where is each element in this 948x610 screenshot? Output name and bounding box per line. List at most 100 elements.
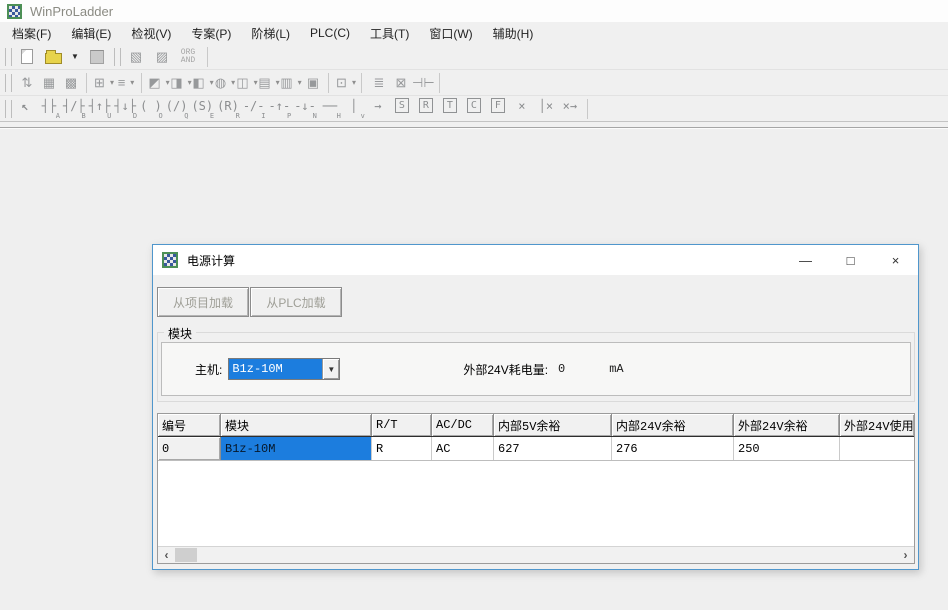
save-button[interactable] (86, 46, 108, 68)
toolbar-button-glyph: T (443, 98, 457, 113)
combo-dropdown-button[interactable]: ▼ (322, 359, 339, 379)
edit-element-icon[interactable]: ◩ ▾ (148, 72, 170, 94)
memory-table-icon[interactable]: ▥ ▾ (280, 72, 302, 94)
user-account-icon[interactable]: ◍ ▾ (214, 72, 236, 94)
toolbar-button-glyph: → (374, 99, 381, 113)
column-header: 外部24V使用 (840, 414, 914, 436)
delete-row-icon[interactable]: ×→ (559, 98, 581, 120)
transfer-data-icon[interactable]: ⇅ (16, 72, 38, 94)
host-combobox[interactable]: B1z-10M ▼ (228, 358, 340, 380)
goto-arrow-icon[interactable]: → (367, 98, 389, 120)
table-cell[interactable]: R (372, 437, 432, 460)
function-reset-icon[interactable]: R (415, 98, 437, 120)
table-cell[interactable]: 0 (158, 437, 221, 460)
menu-edit[interactable]: 编辑(E) (61, 22, 121, 45)
rising-pulse-icon[interactable]: -↑- P (268, 98, 292, 120)
function-counter-icon[interactable]: C (463, 98, 485, 120)
menubar: 档案(F)编辑(E)检视(V)专案(P)阶梯(L)PLC(C)工具(T)窗口(W… (0, 22, 948, 44)
toolbar-separator (86, 73, 89, 93)
project-tree-icon[interactable]: ⊞ ▾ (93, 72, 115, 94)
scroll-thumb[interactable] (175, 548, 197, 562)
contact-closed-icon[interactable]: ┤/├ B (62, 98, 86, 120)
load-from-plc-button[interactable]: 从PLC加载 (250, 287, 342, 317)
contact-open-icon[interactable]: ┤├ A (38, 98, 60, 120)
dialog-titlebar[interactable]: 电源计算 — □ × (153, 245, 918, 275)
column-header: R/T (372, 414, 432, 436)
search-grid-icon[interactable]: ⊡ ▾ (335, 72, 357, 94)
coil-reset-icon[interactable]: (R) R (216, 98, 240, 120)
table-cell[interactable] (840, 437, 914, 460)
menu-project[interactable]: 专案(P) (181, 22, 241, 45)
io-card-icon[interactable]: ▣ (302, 72, 324, 94)
io-status-icon[interactable]: ◨ ▾ (170, 72, 192, 94)
toolbar-button-glyph: R (419, 98, 433, 113)
horizontal-line-icon[interactable]: ── H (319, 98, 341, 120)
module-setup-icon[interactable]: ▦ (38, 72, 60, 94)
falling-pulse-icon[interactable]: -↓- N (293, 98, 317, 120)
open-file-button[interactable] (42, 46, 64, 68)
table-cell[interactable]: 276 (612, 437, 734, 460)
menu-help[interactable]: 辅助(H) (483, 22, 544, 45)
new-file-button[interactable] (16, 46, 38, 68)
toolbar-button-glyph: ◩ (148, 76, 160, 90)
coil-negated-icon[interactable]: (/) Q (165, 98, 189, 120)
column-header: 内部5V余裕 (494, 414, 612, 436)
coil-output-icon[interactable]: ( ) O (139, 98, 163, 120)
toolbar-button-glyph: ▥ (280, 76, 292, 90)
table-cell[interactable]: 250 (734, 437, 840, 460)
function-set-icon[interactable]: S (391, 98, 413, 120)
toolbar-button-glyph: -/- (243, 99, 265, 113)
toolbar-button-glyph: ⇅ (22, 76, 33, 90)
open-file-dropdown-button[interactable]: ▼ (68, 46, 82, 68)
contact-rising-icon[interactable]: ┤↑├ U (88, 98, 112, 120)
toolbar-ladder-elements: ↖ ┤├ A ┤/├ B ┤↑├ U ┤↓├ D ( ) O (0, 96, 948, 122)
status-query-icon[interactable]: ≣ (368, 72, 390, 94)
load-from-project-button[interactable]: 从项目加载 (157, 287, 249, 317)
ladder-window-icon[interactable]: ≡ ▾ (115, 72, 137, 94)
io-table-icon[interactable]: ▩ (60, 72, 82, 94)
io-window-icon[interactable]: ▨ (151, 46, 173, 68)
scroll-left-button[interactable]: ‹ (158, 547, 175, 563)
toolbar-drag-handle (5, 48, 12, 66)
invert-icon[interactable]: -/- I (242, 98, 266, 120)
toolbar-plc: ⇅ ▦ ▩ ⊞ ▾ ≡ ▾ (0, 70, 948, 96)
contact-falling-icon[interactable]: ┤↓├ D (113, 98, 137, 120)
delete-vertical-icon[interactable]: │× (535, 98, 557, 120)
table-cell[interactable]: AC (432, 437, 494, 460)
menu-view[interactable]: 检视(V) (121, 22, 181, 45)
toolbar-button-glyph: │ (350, 99, 357, 113)
table-cell[interactable]: B1z-10M (221, 437, 372, 460)
table-cell[interactable]: 627 (494, 437, 612, 460)
menu-file[interactable]: 档案(F) (2, 22, 61, 45)
vertical-line-icon[interactable]: │ v (343, 98, 365, 120)
password-icon[interactable]: ◫ ▾ (236, 72, 258, 94)
coil-set-icon[interactable]: (S) E (190, 98, 214, 120)
user-auth-icon[interactable]: ◧ ▾ (192, 72, 214, 94)
column-header: 模块 (221, 414, 372, 436)
select-pointer-icon[interactable]: ↖ (14, 98, 36, 120)
org-and-button[interactable]: ORG AND (177, 46, 199, 68)
function-timer-icon[interactable]: T (439, 98, 461, 120)
minimize-button[interactable]: — (783, 245, 828, 275)
host-combobox-value[interactable]: B1z-10M (229, 359, 322, 379)
menu-ladder[interactable]: 阶梯(L) (241, 22, 300, 45)
project-window-icon[interactable]: ▧ (125, 46, 147, 68)
toolbar-button-glyph: ┤├ (42, 99, 56, 113)
function-block-icon[interactable]: F (487, 98, 509, 120)
toolbar-button-glyph: ⊡ (336, 76, 347, 90)
contact-query-icon[interactable]: ⊣⊢ (412, 72, 435, 94)
ladder-query-icon[interactable]: ⊠ (390, 72, 412, 94)
close-button[interactable]: × (873, 245, 918, 275)
toolbar-button-glyph: ▣ (307, 76, 319, 90)
register-table-icon[interactable]: ▤ ▾ (258, 72, 280, 94)
maximize-button[interactable]: □ (828, 245, 873, 275)
scroll-right-button[interactable]: › (897, 547, 914, 563)
horizontal-scrollbar[interactable]: ‹ › (158, 546, 914, 563)
module-panel: 主机: B1z-10M ▼ 外部24V耗电量: 0 mA (161, 342, 911, 396)
menu-window[interactable]: 窗口(W) (419, 22, 482, 45)
delete-element-icon[interactable]: × (511, 98, 533, 120)
toolbar-drag-handle (114, 48, 121, 66)
toolbar-separator (587, 99, 590, 119)
menu-tools[interactable]: 工具(T) (360, 22, 419, 45)
menu-plc[interactable]: PLC(C) (300, 23, 360, 43)
